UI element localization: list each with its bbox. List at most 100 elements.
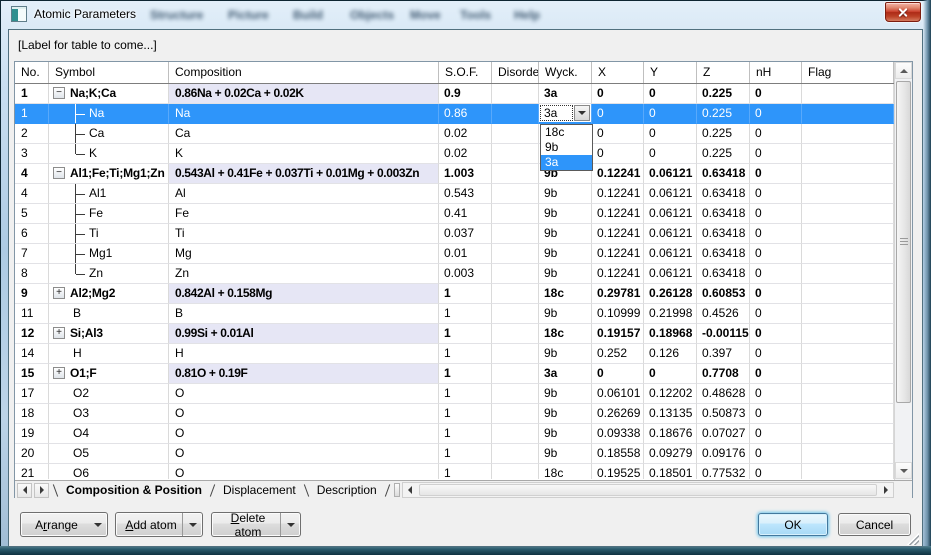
- cell-nh[interactable]: 0: [750, 284, 802, 304]
- cell-x[interactable]: 0.06101: [592, 384, 644, 404]
- cell-nh[interactable]: 0: [750, 104, 802, 124]
- table-row[interactable]: 4Al1Al0.5439b0.122410.061210.634180: [15, 184, 894, 204]
- cell-wyck[interactable]: 18c: [539, 464, 592, 479]
- horizontal-scrollbar[interactable]: [402, 482, 894, 498]
- cell-symbol[interactable]: +O1;F: [49, 364, 169, 384]
- cell-wyck[interactable]: 9b: [539, 384, 592, 404]
- cell-sof[interactable]: 0.41: [439, 204, 492, 224]
- cell-composition[interactable]: Ca: [169, 124, 439, 144]
- cell-no[interactable]: 9: [15, 284, 49, 304]
- cell-y[interactable]: 0.06121: [644, 164, 697, 184]
- cell-flag[interactable]: [802, 464, 894, 479]
- arrange-button[interactable]: Arrange: [20, 512, 108, 537]
- cell-z[interactable]: 0.77532: [697, 464, 750, 479]
- cell-symbol[interactable]: −Na;K;Ca: [49, 84, 169, 104]
- cell-y[interactable]: 0.18501: [644, 464, 697, 479]
- cell-y[interactable]: 0.06121: [644, 224, 697, 244]
- cell-no[interactable]: 1: [15, 104, 49, 124]
- cell-z[interactable]: 0.397: [697, 344, 750, 364]
- cell-flag[interactable]: [802, 204, 894, 224]
- cell-flag[interactable]: [802, 84, 894, 104]
- close-button[interactable]: [885, 2, 921, 22]
- cell-nh[interactable]: 0: [750, 124, 802, 144]
- cell-flag[interactable]: [802, 304, 894, 324]
- cell-sof[interactable]: 1: [439, 304, 492, 324]
- cell-no[interactable]: 19: [15, 424, 49, 444]
- scroll-left-button[interactable]: [403, 483, 418, 497]
- cell-nh[interactable]: 0: [750, 184, 802, 204]
- expand-icon[interactable]: +: [53, 287, 65, 299]
- cell-no[interactable]: 1: [15, 84, 49, 104]
- cell-y[interactable]: 0.26128: [644, 284, 697, 304]
- cell-symbol[interactable]: O3: [49, 404, 169, 424]
- cell-symbol[interactable]: H: [49, 344, 169, 364]
- table-row[interactable]: 1−Na;K;Ca0.86Na + 0.02Ca + 0.02K0.93a000…: [15, 84, 894, 104]
- column-header-wyck[interactable]: Wyck.: [539, 62, 592, 83]
- dropdown-option[interactable]: 3a: [541, 155, 592, 170]
- cell-x[interactable]: 0.12241: [592, 164, 644, 184]
- cell-disorder[interactable]: [492, 164, 539, 184]
- cell-z[interactable]: 0.63418: [697, 244, 750, 264]
- cell-symbol[interactable]: Fe: [49, 204, 169, 224]
- cell-nh[interactable]: 0: [750, 384, 802, 404]
- cell-flag[interactable]: [802, 244, 894, 264]
- tab-scroll-left-button[interactable]: [17, 483, 32, 498]
- cell-flag[interactable]: [802, 284, 894, 304]
- cell-x[interactable]: 0.12241: [592, 264, 644, 284]
- cell-wyck[interactable]: 3a: [539, 104, 592, 124]
- cell-z[interactable]: 0.63418: [697, 264, 750, 284]
- cell-symbol[interactable]: −Al1;Fe;Ti;Mg1;Zn: [49, 164, 169, 184]
- cell-nh[interactable]: 0: [750, 464, 802, 479]
- cell-sof[interactable]: 1: [439, 464, 492, 479]
- column-header-nh[interactable]: nH: [750, 62, 802, 83]
- cell-composition[interactable]: Fe: [169, 204, 439, 224]
- table-row[interactable]: 3KK0.02000.2250: [15, 144, 894, 164]
- table-row[interactable]: 5FeFe0.419b0.122410.061210.634180: [15, 204, 894, 224]
- cell-flag[interactable]: [802, 324, 894, 344]
- cell-composition[interactable]: B: [169, 304, 439, 324]
- cell-nh[interactable]: 0: [750, 144, 802, 164]
- table-row[interactable]: 2CaCa0.02000.2250: [15, 124, 894, 144]
- cell-sof[interactable]: 1: [439, 444, 492, 464]
- cell-no[interactable]: 14: [15, 344, 49, 364]
- cell-composition[interactable]: 0.99Si + 0.01Al: [169, 324, 439, 344]
- table-row[interactable]: 9+Al2;Mg20.842Al + 0.158Mg118c0.297810.2…: [15, 284, 894, 304]
- cell-sof[interactable]: 0.003: [439, 264, 492, 284]
- cell-composition[interactable]: O: [169, 464, 439, 479]
- cell-flag[interactable]: [802, 404, 894, 424]
- cell-composition[interactable]: O: [169, 384, 439, 404]
- cell-sof[interactable]: 0.02: [439, 144, 492, 164]
- cell-nh[interactable]: 0: [750, 444, 802, 464]
- cell-symbol[interactable]: Zn: [49, 264, 169, 284]
- cell-flag[interactable]: [802, 384, 894, 404]
- cell-disorder[interactable]: [492, 244, 539, 264]
- column-header-x[interactable]: X: [592, 62, 644, 83]
- wyckoff-dropdown-button[interactable]: [574, 105, 590, 121]
- cell-x[interactable]: 0.10999: [592, 304, 644, 324]
- column-header-sof[interactable]: S.O.F.: [439, 62, 492, 83]
- cell-wyck[interactable]: 9b: [539, 304, 592, 324]
- cell-disorder[interactable]: [492, 464, 539, 479]
- add-atom-button[interactable]: Add atom: [115, 512, 203, 537]
- cell-nh[interactable]: 0: [750, 244, 802, 264]
- cell-y[interactable]: 0.06121: [644, 264, 697, 284]
- cell-wyck[interactable]: 18c: [539, 284, 592, 304]
- cell-wyck[interactable]: 9b: [539, 444, 592, 464]
- cell-nh[interactable]: 0: [750, 164, 802, 184]
- resize-grip[interactable]: [907, 533, 919, 545]
- cell-flag[interactable]: [802, 224, 894, 244]
- cell-disorder[interactable]: [492, 224, 539, 244]
- cell-y[interactable]: 0.21998: [644, 304, 697, 324]
- titlebar[interactable]: StructurePictureBuildObjectsMoveToolsHel…: [0, 0, 931, 29]
- cell-composition[interactable]: 0.81O + 0.19F: [169, 364, 439, 384]
- cell-y[interactable]: 0: [644, 84, 697, 104]
- cell-nh[interactable]: 0: [750, 304, 802, 324]
- cell-no[interactable]: 18: [15, 404, 49, 424]
- delete-atom-menu-arrow[interactable]: [280, 513, 300, 536]
- cell-no[interactable]: 6: [15, 224, 49, 244]
- cell-flag[interactable]: [802, 124, 894, 144]
- cell-y[interactable]: 0.18676: [644, 424, 697, 444]
- cell-x[interactable]: 0: [592, 144, 644, 164]
- cell-composition[interactable]: 0.543Al + 0.41Fe + 0.037Ti + 0.01Mg + 0.…: [169, 164, 439, 184]
- cell-no[interactable]: 20: [15, 444, 49, 464]
